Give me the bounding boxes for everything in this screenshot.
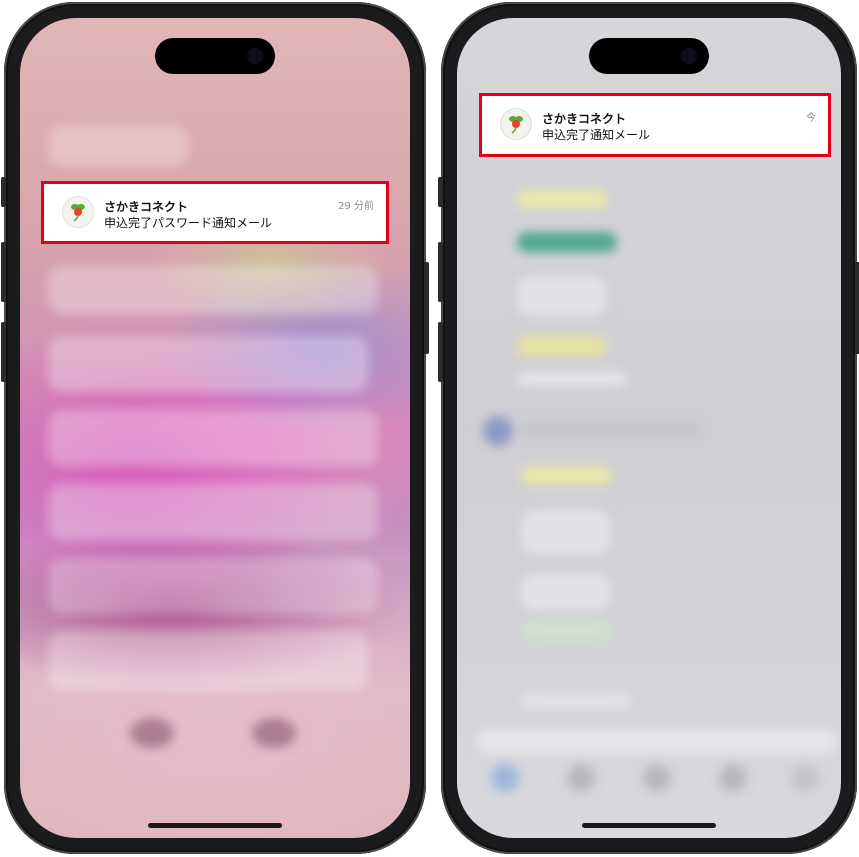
blurred-chat-bubble [521,422,701,436]
volume-up-button [438,242,443,302]
side-button [855,262,859,354]
volume-down-button [438,322,443,382]
notification-app-name: さかきコネクト [542,112,627,126]
side-button [424,262,429,354]
blurred-chat-bubble [517,276,607,316]
blurred-notification [48,484,378,540]
tab-icon [567,764,595,792]
notification-time: 29 分前 [338,201,374,212]
right-phone: さかきコネクト 申込完了通知メール 今 [438,2,859,854]
flashlight-button [130,718,174,748]
radish-mascot-icon [500,108,532,140]
radish-mascot-icon [62,196,94,228]
blurred-chat-bubble [517,372,627,386]
volume-down-button [1,322,6,382]
action-button [438,177,443,207]
notification-banner[interactable]: さかきコネクト 申込完了パスワード通知メール 29 分前 [41,181,389,244]
blurred-chat-bubble [521,694,631,708]
notification-time: 今 [806,113,816,124]
dynamic-island [589,38,709,74]
blurred-notification [48,126,188,166]
left-phone: さかきコネクト 申込完了パスワード通知メール 29 分前 [1,2,429,854]
tab-icon [719,764,747,792]
blurred-notification [48,410,378,466]
blurred-chat-bubble [521,510,611,554]
avatar [483,416,513,446]
tab-icon [491,764,519,792]
blurred-chat-bubble [517,336,607,356]
home-indicator [582,823,716,828]
blurred-notification [48,266,378,314]
notification-banner[interactable]: さかきコネクト 申込完了通知メール 今 [479,93,831,157]
blurred-notification [48,630,368,690]
notification-message: 申込完了パスワード通知メール [104,216,273,230]
camera-button [252,718,296,748]
tab-icon [643,764,671,792]
action-button [1,177,6,207]
blurred-notification [48,336,368,392]
blurred-chat-bubble [521,622,611,640]
blurred-chat-bubble [517,232,617,252]
blurred-notification [48,558,378,614]
blurred-chat-bubble [521,574,611,610]
tab-icon [791,764,819,792]
dynamic-island [155,38,275,74]
blurred-chat-bubble [521,466,611,484]
home-indicator [148,823,282,828]
notification-message: 申込完了通知メール [542,128,651,142]
volume-up-button [1,242,6,302]
blurred-chat-bubble [517,190,607,208]
notification-app-name: さかきコネクト [104,200,189,214]
blurred-input-bar [477,730,837,754]
lock-screen [20,18,410,838]
